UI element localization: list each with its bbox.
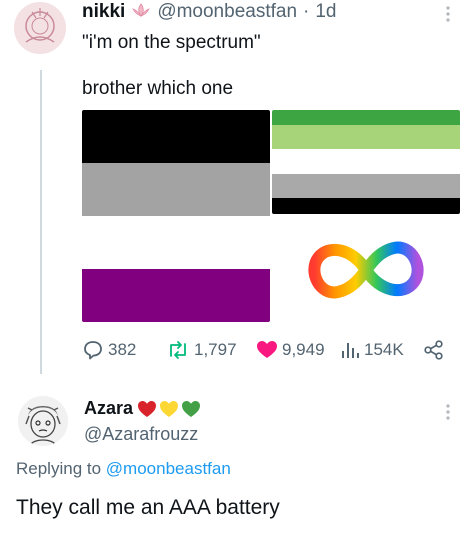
avatar[interactable] xyxy=(18,396,68,446)
repost-count: 1,797 xyxy=(194,340,237,359)
heart-icon xyxy=(257,341,277,358)
replying-to: Replying to @moonbeastfan xyxy=(16,459,231,479)
flag-stripe-black xyxy=(272,198,460,214)
reply-author-handle[interactable]: @Azarafrouzz xyxy=(84,424,198,445)
flag-stripe-green xyxy=(272,110,460,125)
heart-emojis-icon xyxy=(138,400,201,417)
replying-to-label: Replying to xyxy=(16,459,102,478)
separator: · xyxy=(303,1,310,22)
flag-stripe-gray xyxy=(272,174,460,198)
avatar[interactable] xyxy=(14,2,66,54)
aromantic-flag xyxy=(272,110,460,214)
flag-stripe-purple xyxy=(82,269,270,322)
thread-line xyxy=(40,70,42,374)
more-options-icon[interactable] xyxy=(444,402,452,427)
like-button[interactable]: 9,949 xyxy=(256,340,325,360)
analytics-icon xyxy=(342,343,359,358)
rainbow-infinity-image xyxy=(272,218,460,322)
reply-text: They call me an AAA battery xyxy=(16,496,280,519)
flag-stripe-gray xyxy=(82,163,270,216)
asexual-flag xyxy=(82,110,270,322)
views-button[interactable]: 154K xyxy=(340,340,404,360)
share-button[interactable] xyxy=(424,340,444,365)
more-options-icon[interactable] xyxy=(444,4,452,29)
author-name[interactable]: nikki xyxy=(82,1,125,23)
reply-icon xyxy=(84,341,102,360)
post-text-line-2: brother which one xyxy=(82,78,234,99)
reply-count: 382 xyxy=(108,340,137,359)
flag-stripe-white xyxy=(272,149,460,174)
flag-stripe-light-green xyxy=(272,125,460,149)
repost-icon xyxy=(170,341,186,359)
like-count: 9,949 xyxy=(282,340,325,359)
reply-button[interactable]: 382 xyxy=(82,340,136,360)
flag-stripe-black xyxy=(82,110,270,163)
post-text-line-1: "i'm on the spectrum" xyxy=(82,32,261,53)
flag-stripe-white xyxy=(82,216,270,269)
author-handle[interactable]: @moonbeastfan xyxy=(157,1,297,23)
lotus-icon xyxy=(131,2,151,22)
view-count: 154K xyxy=(364,340,404,359)
repost-button[interactable]: 1,797 xyxy=(166,340,237,360)
replying-to-mention[interactable]: @moonbeastfan xyxy=(106,459,231,478)
reply-author-name[interactable]: Azara xyxy=(84,398,133,419)
timestamp[interactable]: 1d xyxy=(315,1,336,23)
share-icon xyxy=(424,340,443,360)
